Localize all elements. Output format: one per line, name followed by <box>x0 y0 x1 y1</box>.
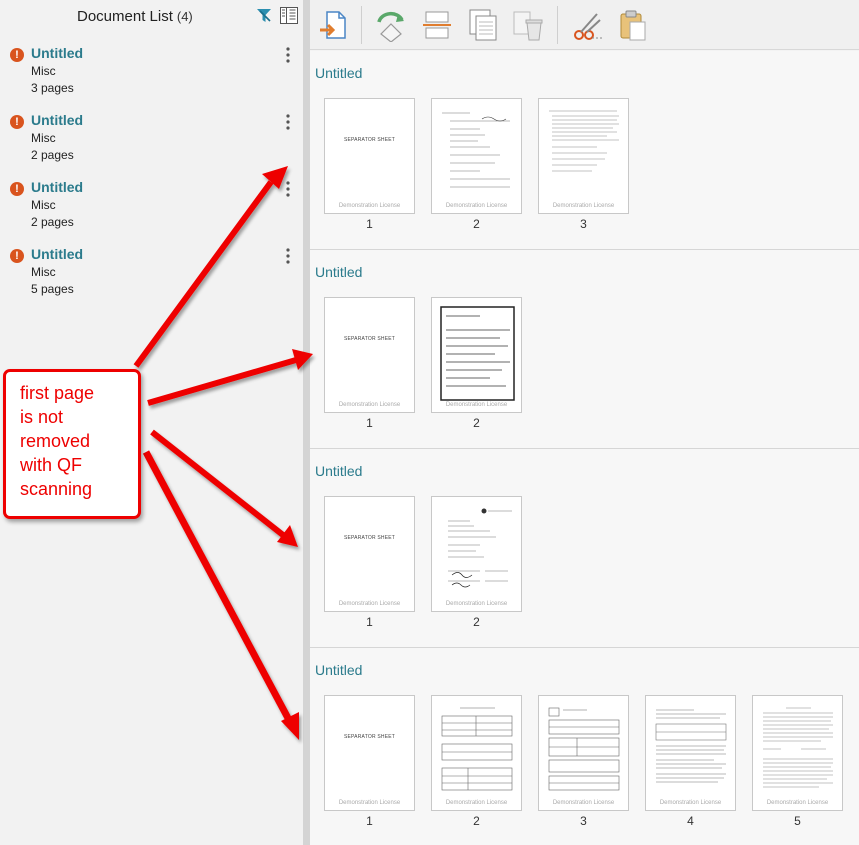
toolbar-separator <box>361 6 362 44</box>
page-toolbar <box>310 0 859 50</box>
delete-page-icon[interactable] <box>510 8 544 42</box>
page-number: 1 <box>366 615 373 629</box>
page-number: 3 <box>580 217 587 231</box>
section-title: Untitled <box>315 662 363 678</box>
license-text: Demonstration License <box>445 402 508 408</box>
page-thumbnail[interactable]: Demonstration License <box>431 297 522 413</box>
section-title: Untitled <box>315 65 363 81</box>
column-layout-icon[interactable] <box>280 7 298 24</box>
more-options-icon[interactable] <box>283 247 293 265</box>
page-thumbnail[interactable]: SEPARATOR SHEET Demonstration License <box>324 297 415 413</box>
annotation-line: scanning <box>20 479 93 499</box>
document-page-count: 2 pages <box>31 215 74 229</box>
copy-pages-icon[interactable] <box>466 8 500 42</box>
warning-icon: ! <box>10 115 24 129</box>
page-number: 1 <box>366 416 373 430</box>
license-text: Demonstration License <box>766 800 829 806</box>
page-number: 1 <box>366 814 373 828</box>
document-name: Untitled <box>31 179 84 195</box>
license-text: Demonstration License <box>338 402 401 408</box>
separator-sheet-text: SEPARATOR SHEET <box>343 137 396 143</box>
document-list-title-text: Document List <box>77 8 173 25</box>
more-options-icon[interactable] <box>283 46 293 64</box>
page-thumbnail[interactable]: SEPARATOR SHEET Demonstration License <box>324 695 415 811</box>
rotate-page-icon[interactable] <box>374 8 408 43</box>
document-category: Misc <box>31 265 56 279</box>
license-text: Demonstration License <box>445 203 508 209</box>
annotation-line: with QF <box>20 455 83 475</box>
license-text: Demonstration License <box>445 800 508 806</box>
page-number: 2 <box>473 416 480 430</box>
paste-icon[interactable] <box>616 8 650 42</box>
document-list-item[interactable]: ! Untitled Misc 2 pages <box>0 105 303 172</box>
toolbar-separator <box>557 6 558 44</box>
split-page-icon[interactable] <box>420 8 454 42</box>
annotation-line: first page <box>20 383 95 403</box>
document-section: Untitled SEPARATOR SHEET Demonstration L… <box>310 648 859 845</box>
export-document-icon[interactable] <box>316 8 350 42</box>
page-number: 2 <box>473 615 480 629</box>
document-section: Untitled SEPARATOR SHEET Demonstration L… <box>310 250 859 449</box>
page-number: 3 <box>580 814 587 828</box>
page-thumbnail[interactable]: Demonstration License <box>645 695 736 811</box>
document-name: Untitled <box>31 45 84 61</box>
warning-icon: ! <box>10 182 24 196</box>
document-name: Untitled <box>31 112 84 128</box>
section-title: Untitled <box>315 264 363 280</box>
page-number: 5 <box>794 814 801 828</box>
annotation-line: removed <box>20 431 91 451</box>
page-thumbnail[interactable]: SEPARATOR SHEET Demonstration License <box>324 98 415 214</box>
license-text: Demonstration License <box>338 601 401 607</box>
section-title: Untitled <box>315 463 363 479</box>
clear-filter-icon[interactable] <box>256 8 272 24</box>
page-number: 1 <box>366 217 373 231</box>
panel-splitter[interactable] <box>303 0 310 845</box>
license-text: Demonstration License <box>338 203 401 209</box>
annotation-callout: first page is not removed with QF scanni… <box>3 369 141 519</box>
document-page-count: 5 pages <box>31 282 74 296</box>
document-page-count: 2 pages <box>31 148 74 162</box>
license-text: Demonstration License <box>338 800 401 806</box>
page-number: 4 <box>687 814 694 828</box>
warning-icon: ! <box>10 249 24 263</box>
page-thumbnail[interactable]: Demonstration License <box>752 695 843 811</box>
separator-sheet-text: SEPARATOR SHEET <box>343 336 396 342</box>
separator-sheet-text: SEPARATOR SHEET <box>343 734 396 740</box>
page-number: 2 <box>473 217 480 231</box>
document-count: (4) <box>176 9 193 24</box>
annotation-line: is not <box>20 407 64 427</box>
document-list-item[interactable]: ! Untitled Misc 2 pages <box>0 172 303 239</box>
license-text: Demonstration License <box>552 203 615 209</box>
document-section: Untitled SEPARATOR SHEET Demonstration L… <box>310 51 859 250</box>
annotation-text: first page is not removed with QF scanni… <box>20 381 135 501</box>
document-page-count: 3 pages <box>31 81 74 95</box>
document-name: Untitled <box>31 246 84 262</box>
page-number: 2 <box>473 814 480 828</box>
document-list-title: Document List (4) <box>77 8 193 25</box>
document-category: Misc <box>31 64 56 78</box>
page-thumbnail[interactable]: SEPARATOR SHEET Demonstration License <box>324 496 415 612</box>
page-thumbnail[interactable]: Demonstration License <box>431 98 522 214</box>
page-thumbnail[interactable]: Demonstration License <box>538 98 629 214</box>
document-category: Misc <box>31 131 56 145</box>
page-thumbnail[interactable]: Demonstration License <box>431 496 522 612</box>
document-list-item[interactable]: ! Untitled Misc 3 pages <box>0 38 303 105</box>
license-text: Demonstration License <box>552 800 615 806</box>
warning-icon: ! <box>10 48 24 62</box>
more-options-icon[interactable] <box>283 180 293 198</box>
cut-icon[interactable] <box>572 8 606 42</box>
page-thumbnail[interactable]: Demonstration License <box>538 695 629 811</box>
document-category: Misc <box>31 198 56 212</box>
document-list-item[interactable]: ! Untitled Misc 5 pages <box>0 239 303 306</box>
page-thumbnail[interactable]: Demonstration License <box>431 695 522 811</box>
separator-sheet-text: SEPARATOR SHEET <box>343 535 396 541</box>
document-section: Untitled SEPARATOR SHEET Demonstration L… <box>310 449 859 648</box>
license-text: Demonstration License <box>445 601 508 607</box>
license-text: Demonstration License <box>659 800 722 806</box>
document-list-header: Document List (4) <box>0 0 303 34</box>
more-options-icon[interactable] <box>283 113 293 131</box>
